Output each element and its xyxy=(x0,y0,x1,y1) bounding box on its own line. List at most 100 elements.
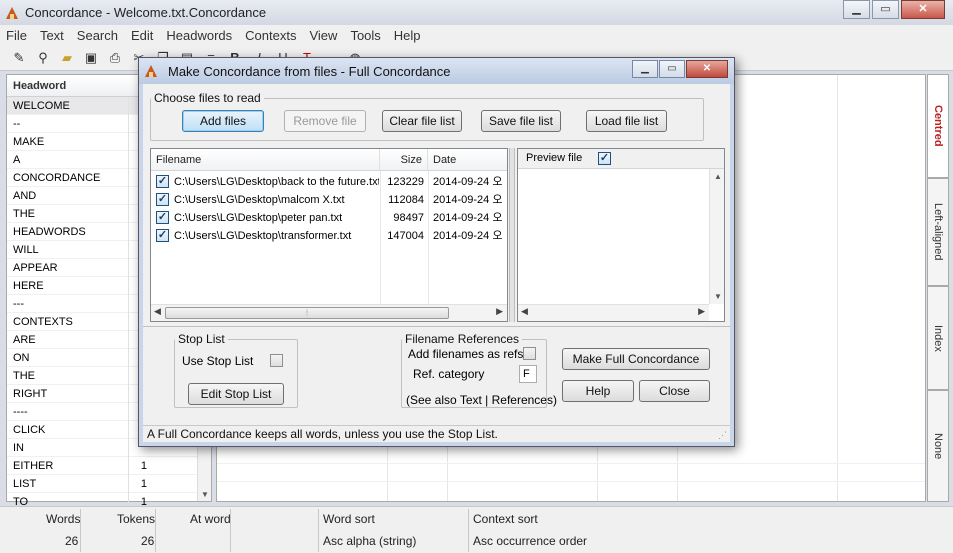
filename-column-header[interactable]: Filename xyxy=(151,149,380,171)
scroll-right-icon[interactable]: ▶ xyxy=(496,306,503,317)
file-name: C:\Users\LG\Desktop\back to the future.t… xyxy=(174,176,379,188)
help-button[interactable]: Help xyxy=(562,380,634,402)
resize-grip-icon[interactable]: ⋰ xyxy=(718,430,728,440)
headword-text: CONCORDANCE xyxy=(7,168,129,187)
menu-search[interactable]: Search xyxy=(77,28,118,43)
tab-index[interactable]: Index xyxy=(927,286,949,390)
file-list-scroll-thumb[interactable]: ⦙ xyxy=(165,307,449,319)
tab-centred[interactable]: Centred xyxy=(927,74,949,178)
file-size: 98497 xyxy=(393,212,424,224)
scroll-right-icon[interactable]: ▶ xyxy=(698,306,705,317)
status-word-sort-header: Word sort xyxy=(323,512,375,526)
file-date: 2014-09-24 오 xyxy=(433,176,503,188)
headword-text: RIGHT xyxy=(7,384,129,403)
choose-files-legend: Choose files to read xyxy=(154,91,261,105)
file-row[interactable]: ✓ C:\Users\LG\Desktop\peter pan.txt 98497 2… xyxy=(151,209,507,227)
status-words-value: 26 xyxy=(65,534,79,548)
maximize-button[interactable]: ▭ xyxy=(872,0,899,19)
file-row[interactable]: ✓ C:\Users\LG\Desktop\malcom X.txt 112084 2… xyxy=(151,191,507,209)
file-checkbox[interactable]: ✓ xyxy=(156,193,169,206)
ref-category-input[interactable]: F xyxy=(519,365,537,383)
headword-text: CONTEXTS xyxy=(7,312,129,331)
menu-view[interactable]: View xyxy=(309,28,337,43)
pencil-icon[interactable]: ✎ xyxy=(10,49,28,67)
file-row[interactable]: ✓ C:\Users\LG\Desktop\transformer.txt 1470… xyxy=(151,227,507,245)
file-checkbox[interactable]: ✓ xyxy=(156,211,169,224)
remove-file-button[interactable]: Remove file xyxy=(284,110,366,132)
clear-file-list-button[interactable]: Clear file list xyxy=(382,110,462,132)
file-name: C:\Users\LG\Desktop\malcom X.txt xyxy=(174,194,345,206)
preview-vscrollbar[interactable]: ▲ ▼ xyxy=(709,169,724,304)
app-logo-icon xyxy=(4,5,20,21)
close-dialog-button[interactable]: Close xyxy=(639,380,710,402)
load-file-list-button[interactable]: Load file list xyxy=(586,110,667,132)
tab-left-aligned-label: Left-aligned xyxy=(932,203,944,261)
use-stop-list-checkbox[interactable]: ✓ xyxy=(270,354,283,367)
status-word-sort-value: Asc alpha (string) xyxy=(323,534,417,548)
file-row[interactable]: ✓ C:\Users\LG\Desktop\back to the future.… xyxy=(151,173,507,191)
preview-file-checkbox[interactable]: ✓ xyxy=(598,152,611,165)
preview-header: Preview file ✓ xyxy=(518,149,724,169)
preview-hscrollbar[interactable]: ◀ ▶ xyxy=(518,304,709,321)
pane-splitter[interactable] xyxy=(509,148,515,322)
menu-text[interactable]: Text xyxy=(40,28,64,43)
size-column-header[interactable]: Size xyxy=(380,149,428,171)
file-checkbox[interactable]: ✓ xyxy=(156,229,169,242)
menu-help[interactable]: Help xyxy=(394,28,421,43)
scroll-down-icon[interactable]: ▼ xyxy=(714,292,722,301)
dialog-logo-icon xyxy=(143,63,159,79)
file-checkbox[interactable]: ✓ xyxy=(156,175,169,188)
see-also-text: (See also Text | References) xyxy=(406,393,557,407)
headword-text: AND xyxy=(7,186,129,205)
date-column-header[interactable]: Date xyxy=(428,149,508,171)
headword-text: ON xyxy=(7,348,129,367)
app-title: Concordance - Welcome.txt.Concordance xyxy=(25,5,267,20)
ref-category-label: Ref. category xyxy=(413,367,485,381)
menu-file[interactable]: File xyxy=(6,28,27,43)
menu-headwords[interactable]: Headwords xyxy=(166,28,232,43)
dialog-status-text: A Full Concordance keeps all words, unle… xyxy=(147,427,498,441)
headword-row[interactable]: LIST 1 xyxy=(7,474,199,493)
headword-text: ---- xyxy=(7,402,129,421)
stop-list-legend: Stop List xyxy=(178,332,225,346)
dialog-body: Choose files to read Add files Remove fi… xyxy=(143,84,730,442)
open-folder-icon[interactable]: ▰ xyxy=(58,49,76,67)
scroll-up-icon[interactable]: ▲ xyxy=(714,172,722,181)
status-tokens-header: Tokens xyxy=(117,512,156,526)
dialog-close-button[interactable]: ✕ xyxy=(686,60,728,78)
scroll-left-icon[interactable]: ◀ xyxy=(521,306,528,317)
file-date: 2014-09-24 오 xyxy=(433,230,503,242)
file-size: 123229 xyxy=(387,176,424,188)
file-date: 2014-09-24 오 xyxy=(433,212,503,224)
menu-edit[interactable]: Edit xyxy=(131,28,153,43)
file-list-hscrollbar[interactable]: ◀ ⦙ ▶ xyxy=(151,304,507,321)
headword-text: IN xyxy=(7,438,129,457)
tab-none-label: None xyxy=(932,432,944,460)
save-file-list-button[interactable]: Save file list xyxy=(481,110,561,132)
dialog-minimize-button[interactable]: ▁ xyxy=(632,60,658,78)
dialog-title-bar[interactable]: Make Concordance from files - Full Conco… xyxy=(139,58,734,84)
scroll-down-icon[interactable]: ▼ xyxy=(201,490,209,499)
print-icon[interactable]: ⎙ xyxy=(106,49,124,67)
menu-contexts[interactable]: Contexts xyxy=(245,28,296,43)
use-stop-list-label: Use Stop List xyxy=(182,354,254,368)
dialog-maximize-button[interactable]: ▭ xyxy=(659,60,685,78)
tab-index-label: Index xyxy=(932,324,944,352)
binoculars-icon[interactable]: ⚲ xyxy=(34,49,52,67)
headword-text: -- xyxy=(7,114,129,133)
edit-stop-list-button[interactable]: Edit Stop List xyxy=(188,383,284,405)
save-icon[interactable]: ▣ xyxy=(82,49,100,67)
add-filenames-checkbox[interactable]: ✓ xyxy=(523,347,536,360)
tab-none[interactable]: None xyxy=(927,390,949,502)
add-files-button[interactable]: Add files xyxy=(182,110,264,132)
scroll-left-icon[interactable]: ◀ xyxy=(154,306,161,317)
headword-row[interactable]: EITHER 1 xyxy=(7,456,199,475)
file-size: 147004 xyxy=(387,230,424,242)
headword-text: EITHER xyxy=(7,456,129,475)
file-name: C:\Users\LG\Desktop\peter pan.txt xyxy=(174,212,343,224)
menu-tools[interactable]: Tools xyxy=(350,28,380,43)
tab-left-aligned[interactable]: Left-aligned xyxy=(927,178,949,286)
close-button[interactable]: ✕ xyxy=(901,0,945,19)
make-full-concordance-button[interactable]: Make Full Concordance xyxy=(562,348,710,370)
minimize-button[interactable]: ▁ xyxy=(843,0,870,19)
